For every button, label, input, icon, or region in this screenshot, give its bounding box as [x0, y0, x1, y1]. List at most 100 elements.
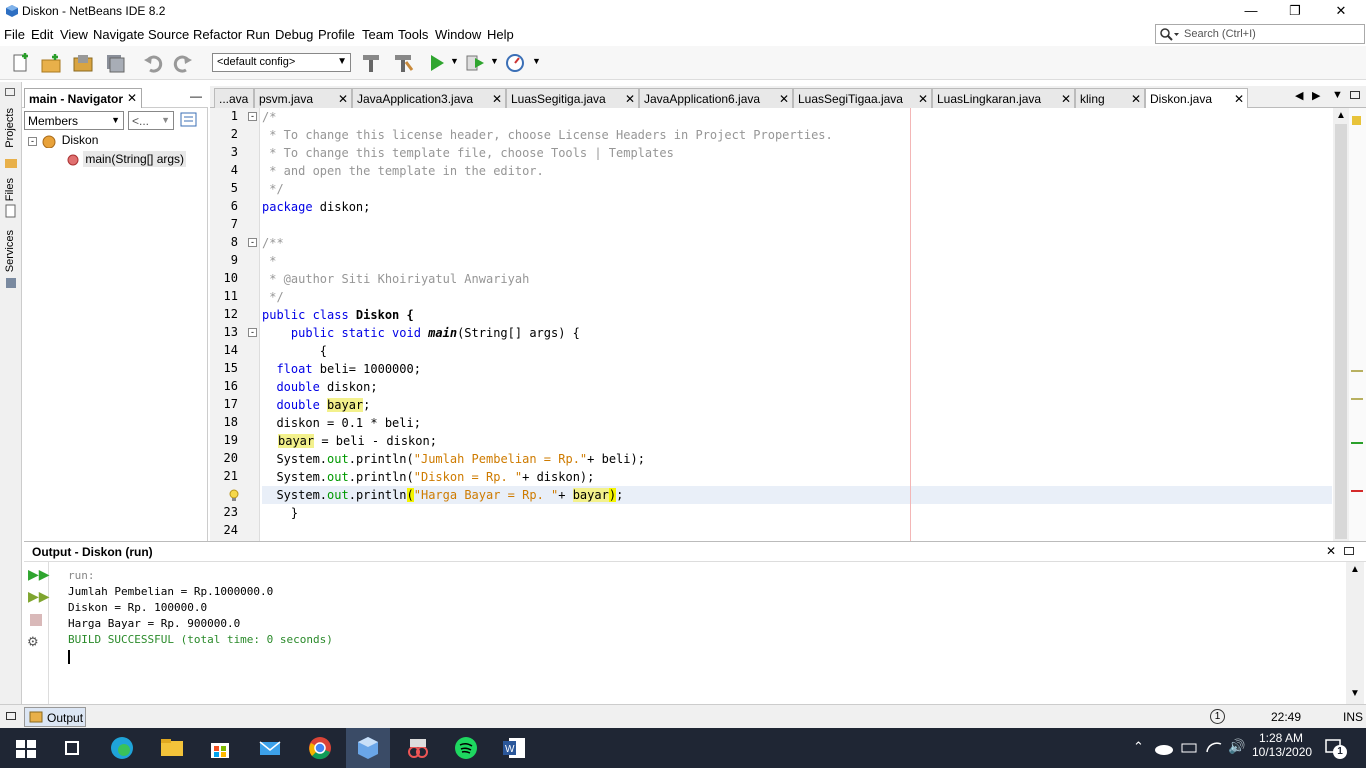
filter-select[interactable]: <... ▼: [128, 111, 174, 130]
tab-javaapplication3[interactable]: JavaApplication3.java ✕: [352, 88, 506, 108]
menu-team[interactable]: Team: [362, 27, 394, 42]
tab-services[interactable]: Services: [4, 230, 16, 272]
close-icon[interactable]: ✕: [1131, 92, 1141, 106]
marker[interactable]: [1351, 442, 1363, 444]
tab-luassegitiga[interactable]: LuasSegitiga.java ✕: [506, 88, 639, 108]
clean-build-icon[interactable]: [392, 52, 414, 74]
menu-tools[interactable]: Tools: [398, 27, 428, 42]
restore-icon[interactable]: [1344, 547, 1354, 555]
rerun-icon[interactable]: ▶▶: [28, 566, 50, 583]
marker[interactable]: [1351, 370, 1363, 372]
tab-javaapplication6[interactable]: JavaApplication6.java ✕: [639, 88, 793, 108]
redo-icon[interactable]: [172, 52, 194, 74]
scroll-tabs-right-icon[interactable]: ▶: [1312, 89, 1320, 102]
menu-debug[interactable]: Debug: [275, 27, 313, 42]
close-icon[interactable]: ✕: [127, 91, 137, 105]
edge-browser-icon[interactable]: [108, 734, 136, 762]
warning-summary-icon[interactable]: [1352, 116, 1361, 125]
restore-icon[interactable]: [5, 88, 15, 96]
menu-profile[interactable]: Profile: [318, 27, 355, 42]
code-editor[interactable]: 1 2 3 4 5 6 7 8 9 10 11 12 13 14 15 16 1…: [210, 108, 1366, 541]
rerun-with-args-icon[interactable]: ▶▶: [28, 588, 50, 605]
close-window-button[interactable]: ✕: [1318, 2, 1364, 20]
fold-icon[interactable]: -: [248, 238, 257, 247]
minimize-panel-icon[interactable]: —: [190, 89, 202, 103]
debug-dropdown-icon[interactable]: ▼: [490, 56, 499, 66]
tab-luassegitigaa[interactable]: LuasSegiTigaa.java ✕: [793, 88, 932, 108]
netbeans-taskbar-item-active[interactable]: [346, 728, 390, 768]
new-project-icon[interactable]: [40, 52, 62, 74]
members-select[interactable]: Members ▼: [24, 111, 124, 130]
scroll-down-icon[interactable]: ▼: [1350, 688, 1360, 699]
new-file-icon[interactable]: [10, 52, 32, 74]
volume-icon[interactable]: 🔊: [1228, 738, 1245, 755]
tree-node-class[interactable]: - Diskon: [28, 133, 98, 149]
chrome-icon[interactable]: [306, 734, 334, 762]
microsoft-store-icon[interactable]: [206, 734, 234, 762]
fold-icon[interactable]: -: [248, 112, 257, 121]
file-explorer-icon[interactable]: [158, 734, 186, 762]
config-select[interactable]: <default config> ▼: [212, 53, 351, 72]
run-dropdown-icon[interactable]: ▼: [450, 56, 459, 66]
tab-diskon[interactable]: Diskon.java ✕: [1145, 88, 1248, 108]
search-input[interactable]: Search (Ctrl+I): [1155, 24, 1365, 44]
tab-ava[interactable]: ...ava: [214, 88, 254, 108]
scroll-tabs-left-icon[interactable]: ◀: [1295, 89, 1303, 102]
tab-files[interactable]: Files: [4, 178, 16, 201]
windows-start-icon[interactable]: [12, 734, 40, 762]
tab-list-icon[interactable]: ▼: [1332, 89, 1343, 101]
restore-icon[interactable]: [6, 712, 16, 720]
notifications-badge[interactable]: 1: [1210, 709, 1225, 724]
tree-node-method[interactable]: main(String[] args): [66, 151, 187, 167]
snipping-tool-icon[interactable]: [404, 734, 432, 762]
profile-dropdown-icon[interactable]: ▼: [532, 56, 541, 66]
menu-run[interactable]: Run: [246, 27, 270, 42]
menu-refactor[interactable]: Refactor: [193, 27, 242, 42]
run-project-icon[interactable]: [426, 52, 448, 74]
stop-icon[interactable]: [30, 614, 42, 626]
tab-luaslingkaran[interactable]: LuasLingkaran.java ✕: [932, 88, 1075, 108]
scrollbar-thumb[interactable]: [1335, 124, 1347, 539]
show-hidden-icons-icon[interactable]: ⌃: [1133, 739, 1144, 755]
menu-window[interactable]: Window: [435, 27, 481, 42]
build-hammer-icon[interactable]: [360, 52, 382, 74]
vertical-scrollbar[interactable]: ▲: [1333, 108, 1349, 541]
menu-view[interactable]: View: [60, 27, 88, 42]
marker[interactable]: [1351, 490, 1363, 492]
marker[interactable]: [1351, 398, 1363, 400]
output-window-button[interactable]: Output: [24, 707, 86, 727]
clock[interactable]: 1:28 AM 10/13/2020: [1252, 731, 1312, 759]
output-scrollbar[interactable]: ▲ ▼: [1346, 562, 1364, 705]
menu-navigate[interactable]: Navigate: [93, 27, 144, 42]
filter-options-icon[interactable]: [180, 112, 198, 128]
settings-icon[interactable]: ⚙: [27, 634, 39, 650]
undo-icon[interactable]: [142, 52, 164, 74]
tab-projects[interactable]: Projects: [4, 108, 16, 148]
tab-psvm[interactable]: psvm.java ✕: [254, 88, 352, 108]
minimize-button[interactable]: —: [1228, 2, 1274, 20]
scroll-up-icon[interactable]: ▲: [1350, 564, 1360, 575]
navigator-tab[interactable]: main - Navigator ✕: [24, 88, 142, 108]
maximize-button[interactable]: ❐: [1272, 2, 1318, 20]
menu-edit[interactable]: Edit: [31, 27, 53, 42]
save-all-icon[interactable]: [104, 52, 126, 74]
network-icon[interactable]: [1180, 740, 1198, 756]
hint-lightbulb-icon[interactable]: [228, 489, 240, 503]
task-view-icon[interactable]: [58, 734, 86, 762]
spotify-icon[interactable]: [452, 734, 480, 762]
open-project-icon[interactable]: [72, 52, 94, 74]
close-icon[interactable]: ✕: [1326, 544, 1336, 558]
debug-project-icon[interactable]: [464, 52, 486, 74]
profile-project-icon[interactable]: [504, 52, 526, 74]
scroll-up-icon[interactable]: ▲: [1336, 110, 1346, 121]
fold-icon[interactable]: -: [248, 328, 257, 337]
close-icon[interactable]: ✕: [918, 92, 928, 106]
maximize-editor-icon[interactable]: [1350, 91, 1360, 99]
close-icon[interactable]: ✕: [1061, 92, 1071, 106]
close-icon[interactable]: ✕: [625, 92, 635, 106]
wifi-icon[interactable]: [1205, 740, 1223, 756]
close-icon[interactable]: ✕: [779, 92, 789, 106]
menu-help[interactable]: Help: [487, 27, 514, 42]
tab-kling[interactable]: kling ✕: [1075, 88, 1145, 108]
menu-source[interactable]: Source: [148, 27, 189, 42]
